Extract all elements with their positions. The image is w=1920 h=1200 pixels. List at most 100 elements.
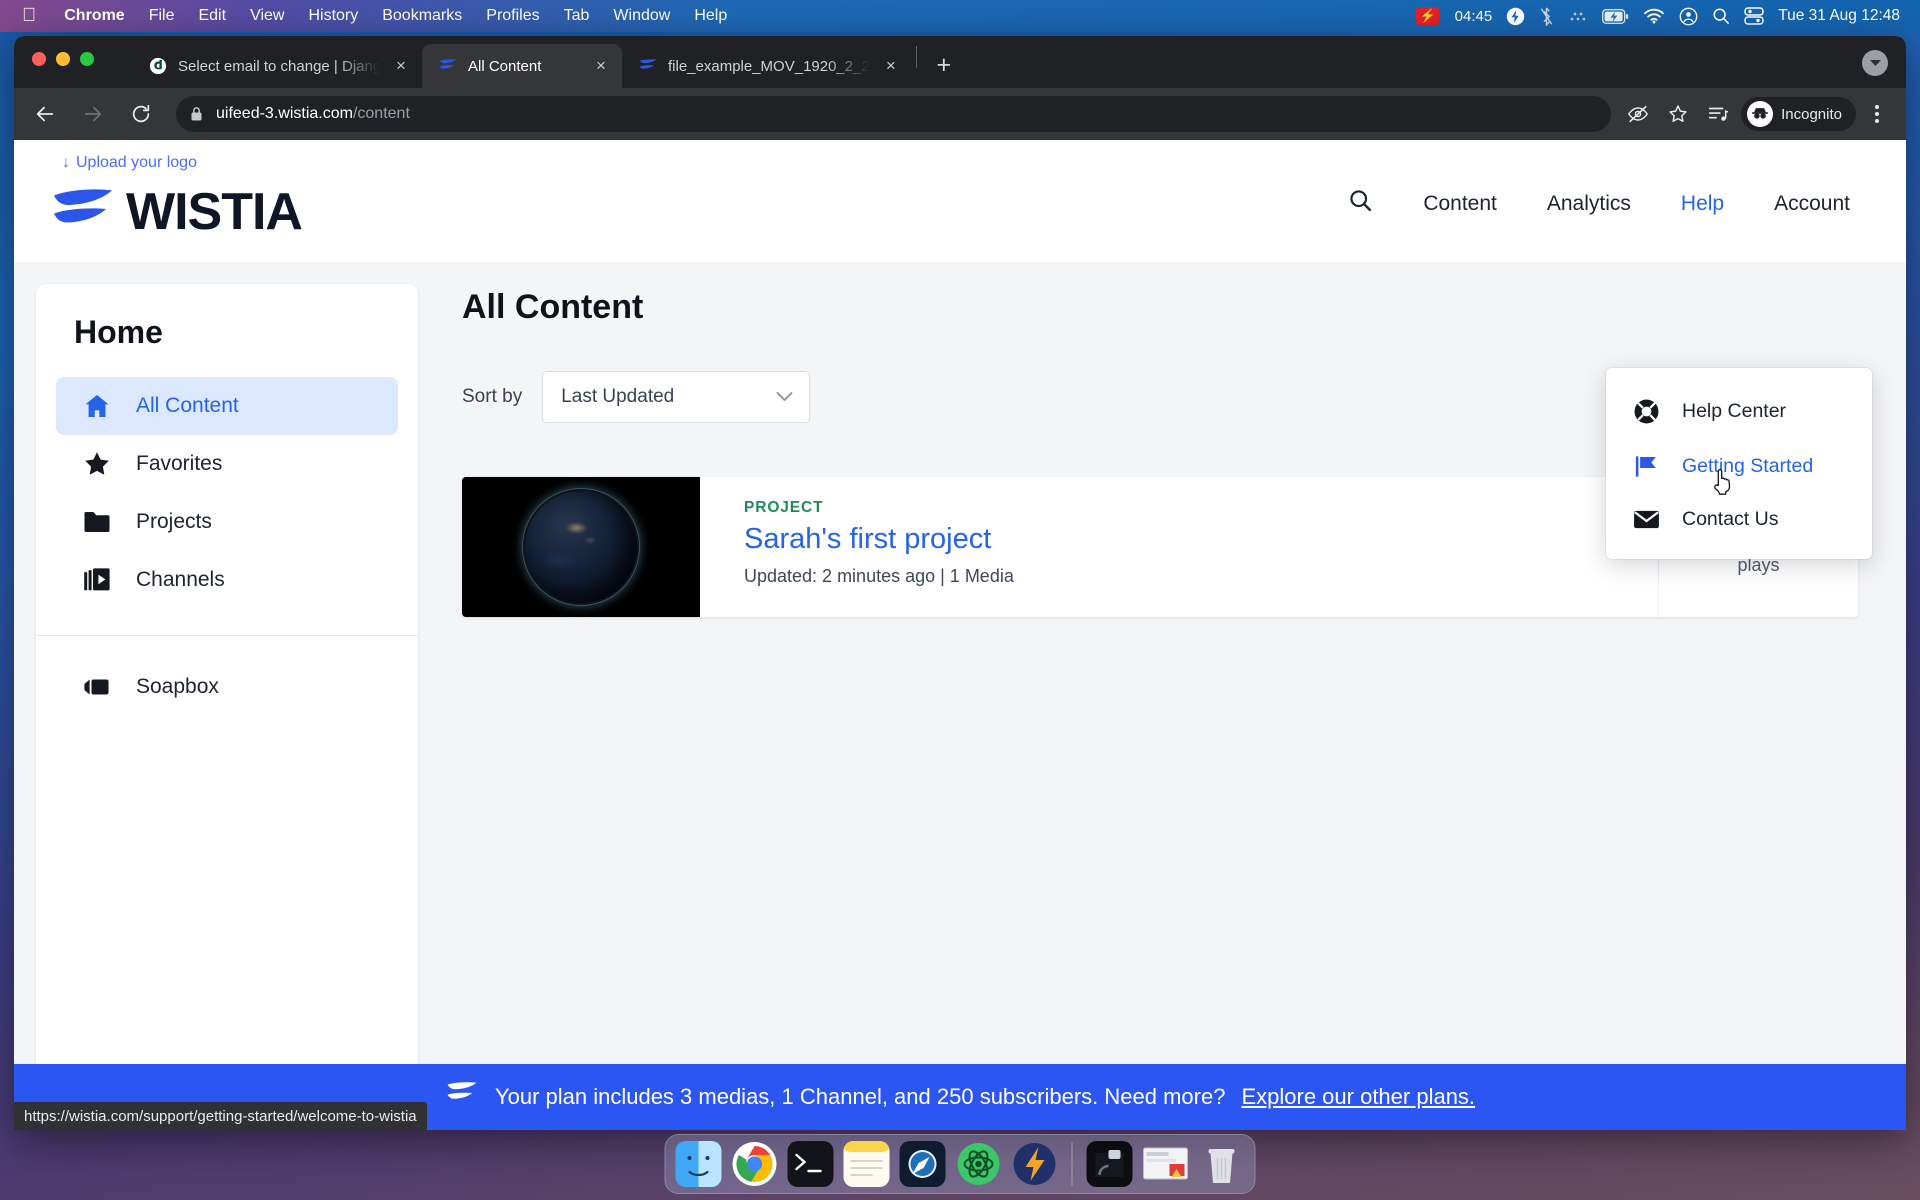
address-bar[interactable]: uifeed-3.wistia.com/content [176, 96, 1612, 132]
site-header: ↓ Upload your logo WISTIA Content Analyt… [14, 140, 1906, 262]
sidebar-item-label: Favorites [136, 452, 223, 475]
maximize-window-button[interactable] [80, 52, 94, 66]
dock-item-preview[interactable] [899, 1141, 946, 1187]
forward-button[interactable] [74, 95, 112, 133]
menu-item-tab[interactable]: Tab [552, 7, 602, 25]
menu-item-chrome[interactable]: Chrome [52, 7, 136, 25]
menubar-clock[interactable]: Tue 31 Aug 12:48 [1778, 7, 1900, 25]
help-menu-item-label: Getting Started [1682, 455, 1814, 477]
dock-item-screenshot-preview[interactable] [1143, 1141, 1189, 1187]
menu-item-history[interactable]: History [296, 7, 370, 25]
tab-divider [915, 46, 917, 68]
reading-list-icon[interactable] [1701, 97, 1735, 131]
dots-status-icon[interactable] [1568, 9, 1588, 23]
flag-icon [1632, 453, 1660, 480]
menu-item-help[interactable]: Help [682, 7, 739, 25]
wifi-icon[interactable] [1643, 8, 1665, 24]
dock-item-bolt-app[interactable] [1012, 1141, 1058, 1187]
dock-item-trash[interactable] [1199, 1141, 1245, 1187]
macos-menu-bar:  Chrome File Edit View History Bookmark… [0, 0, 1920, 32]
help-menu-item-getting-started[interactable]: Getting Started [1606, 439, 1872, 494]
sidebar-item-label: Channels [136, 568, 225, 591]
apple-logo-icon[interactable]:  [0, 6, 52, 25]
reload-button[interactable] [122, 95, 160, 133]
wistia-wordmark: WISTIA [126, 183, 303, 241]
incognito-icon [1747, 101, 1774, 127]
close-window-button[interactable] [32, 52, 46, 66]
minimize-window-button[interactable] [56, 52, 70, 66]
nav-item-help[interactable]: Help [1681, 192, 1724, 216]
eye-off-icon[interactable] [1621, 97, 1655, 131]
sidebar-item-label: All Content [136, 394, 239, 417]
menu-item-window[interactable]: Window [601, 7, 682, 25]
nav-item-analytics[interactable]: Analytics [1547, 192, 1631, 216]
dock-item-atom[interactable] [956, 1141, 1002, 1187]
window-traffic-lights [32, 52, 94, 66]
account-icon[interactable] [1679, 7, 1698, 26]
nav-item-content[interactable]: Content [1423, 192, 1497, 216]
nav-item-account[interactable]: Account [1774, 192, 1850, 216]
dock-item-terminal[interactable] [787, 1141, 834, 1187]
nav-search-icon[interactable] [1348, 188, 1373, 219]
page-title: All Content [462, 288, 644, 326]
close-tab-button[interactable]: × [880, 55, 902, 77]
sort-by-label: Sort by [462, 386, 523, 407]
wistia-icon [638, 56, 658, 76]
explore-plans-link[interactable]: Explore our other plans. [1241, 1084, 1475, 1110]
help-menu-item-contact-us[interactable]: Contact Us [1606, 494, 1872, 545]
envelope-icon [1632, 509, 1660, 530]
chrome-menu-button[interactable] [1862, 97, 1892, 131]
sidebar-item-projects[interactable]: Projects [56, 493, 398, 551]
sidebar-title: Home [74, 314, 163, 350]
incognito-profile-button[interactable]: Incognito [1741, 97, 1856, 131]
browser-tab-title: Select email to change | Django [178, 57, 380, 75]
help-menu-item-label: Help Center [1682, 400, 1787, 422]
browser-toolbar: uifeed-3.wistia.com/content Incognito [14, 88, 1906, 140]
control-center-icon[interactable] [1744, 7, 1764, 25]
toolbar-actions: Incognito [1621, 97, 1892, 131]
dock-item-notes[interactable] [843, 1141, 890, 1187]
sidebar-item-all-content[interactable]: All Content [56, 377, 398, 435]
url-path: /content [352, 105, 410, 122]
sidebar-item-favorites[interactable]: Favorites [56, 435, 398, 493]
macos-dock [664, 1134, 1256, 1194]
menu-item-file[interactable]: File [137, 7, 187, 25]
channels-icon [82, 567, 112, 593]
browser-tab-django[interactable]: Select email to change | Django × [132, 44, 422, 88]
sidebar-item-channels[interactable]: Channels [56, 551, 398, 609]
back-button[interactable] [26, 95, 64, 133]
card-body: PROJECT Sarah's first project Updated: 2… [700, 477, 1658, 617]
close-tab-button[interactable]: × [590, 55, 612, 77]
battery-charging-icon[interactable] [1602, 8, 1629, 24]
menu-item-edit[interactable]: Edit [186, 7, 238, 25]
lifebuoy-icon [1632, 398, 1660, 425]
dock-item-downloads-stack[interactable] [1086, 1141, 1133, 1187]
menu-item-bookmarks[interactable]: Bookmarks [370, 7, 474, 25]
upload-your-logo-link[interactable]: ↓ Upload your logo [62, 154, 197, 172]
help-menu-item-help-center[interactable]: Help Center [1606, 384, 1872, 439]
sort-by-select[interactable]: Last Updated [542, 371, 811, 423]
wistia-logo[interactable]: WISTIA [52, 182, 303, 242]
link-status-bar: https://wistia.com/support/getting-start… [14, 1102, 427, 1130]
wistia-swoosh-icon [52, 186, 114, 239]
tab-search-chevron-icon[interactable] [1862, 50, 1888, 76]
battery-alert-icon[interactable]: ⚡ [1416, 7, 1439, 25]
new-tab-button[interactable]: + [927, 48, 961, 82]
dock-item-chrome[interactable] [732, 1141, 778, 1187]
dock-item-finder[interactable] [675, 1141, 722, 1187]
soapbox-icon [82, 677, 112, 697]
bolt-icon[interactable] [1506, 7, 1525, 26]
star-icon[interactable] [1661, 97, 1695, 131]
browser-tab-file-example[interactable]: file_example_MOV_1920_2_2 × [622, 44, 912, 88]
menu-item-profiles[interactable]: Profiles [474, 7, 551, 25]
menu-item-view[interactable]: View [238, 7, 296, 25]
battery-time-remaining: 04:45 [1454, 7, 1493, 25]
plan-banner-text: Your plan includes 3 medias, 1 Channel, … [494, 1084, 1226, 1109]
search-icon[interactable] [1712, 7, 1730, 25]
project-title-link[interactable]: Sarah's first project [744, 523, 1658, 556]
close-tab-button[interactable]: × [390, 55, 412, 77]
sidebar-item-soapbox[interactable]: Soapbox [56, 658, 398, 716]
bluetooth-off-icon[interactable] [1539, 6, 1554, 26]
project-thumbnail[interactable] [462, 477, 700, 617]
browser-tab-all-content[interactable]: All Content × [422, 44, 622, 88]
